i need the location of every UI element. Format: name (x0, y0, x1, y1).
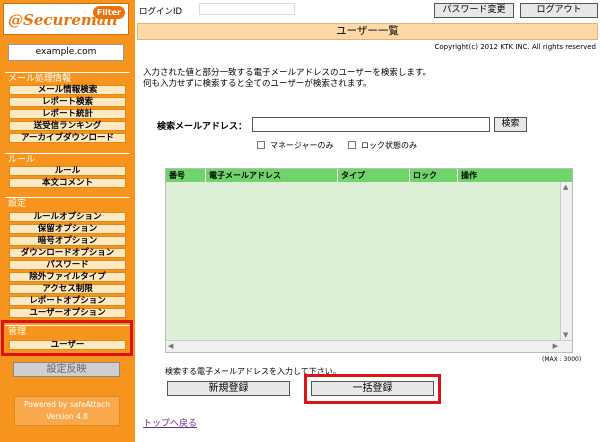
sidebar-item-mail-search[interactable]: メール情報検索 (9, 85, 126, 95)
page-description: 入力された値と部分一致する電子メールアドレスのユーザーを検索します。 何も入力せ… (143, 68, 431, 90)
logout-button[interactable]: ログアウト (520, 3, 598, 18)
locked-only-checkbox[interactable] (348, 141, 356, 149)
column-header-type: タイプ (338, 169, 410, 182)
scroll-up-icon[interactable]: ▲ (563, 183, 568, 191)
section-header-settings: 設定 (5, 197, 130, 209)
search-email-label: 検索メールアドレス： (157, 122, 248, 132)
logo-filter-badge: Filter (92, 6, 125, 19)
main-content: ログインID パスワード変更 ログアウト ユーザー一覧 Copyright(c)… (135, 0, 600, 442)
column-header-lock: ロック (410, 169, 458, 182)
description-line-1: 入力された値と部分一致する電子メールアドレスのユーザーを検索します。 (143, 68, 431, 78)
scroll-down-icon[interactable]: ▼ (563, 331, 568, 339)
manager-only-checkbox[interactable] (257, 141, 265, 149)
sidebar-item-encryption-options[interactable]: 暗号オプション (9, 236, 126, 246)
sidebar-item-send-receive-ranking[interactable]: 送受信ランキング (9, 121, 126, 131)
sidebar-item-access-restriction[interactable]: アクセス制限 (9, 284, 126, 294)
manager-only-label: マネージャーのみ (270, 141, 334, 150)
horizontal-scrollbar[interactable]: ◀ ▶ (166, 340, 572, 352)
login-id-value (199, 3, 295, 15)
sidebar: @Securemail Filter example.com メール処理情報 メ… (0, 0, 135, 442)
highlight-box-bulk (304, 374, 441, 404)
column-header-email: 電子メールアドレス (206, 169, 338, 182)
sidebar-item-body-comment[interactable]: 本文コメント (9, 178, 126, 188)
version-text: Version 4.8 (46, 412, 88, 421)
powered-by-box: Powered by safeAttach Version 4.8 (14, 396, 120, 426)
highlight-box-admin (1, 320, 133, 356)
sidebar-item-rules[interactable]: ルール (9, 166, 126, 176)
section-header-mail-processing: メール処理情報 (5, 72, 130, 84)
scroll-right-icon[interactable]: ▶ (553, 342, 558, 350)
sidebar-item-report-options[interactable]: レポートオプション (9, 296, 126, 306)
sidebar-item-download-options[interactable]: ダウンロードオプション (9, 248, 126, 258)
sidebar-item-password[interactable]: パスワード (9, 260, 126, 270)
new-registration-button[interactable]: 新規登録 (167, 381, 290, 396)
sidebar-item-user-options[interactable]: ユーザーオプション (9, 308, 126, 318)
apply-settings-button[interactable]: 設定反映 (13, 362, 120, 377)
description-line-2: 何も入力せずに検索すると全てのユーザーが検索されます。 (143, 79, 372, 89)
securemail-logo: @Securemail Filter (3, 3, 129, 35)
user-table: 番号 電子メールアドレス タイプ ロック 操作 ▲ ▼ ◀ ▶ (165, 168, 573, 353)
search-button[interactable]: 検索 (494, 117, 527, 132)
page-title: ユーザー一覧 (137, 23, 598, 40)
domain-display: example.com (8, 44, 124, 61)
sidebar-item-hold-options[interactable]: 保留オプション (9, 224, 126, 234)
column-header-number: 番号 (166, 169, 206, 182)
max-count-note: (MAX : 3000) (542, 356, 582, 363)
sidebar-item-excluded-file-types[interactable]: 除外ファイルタイプ (9, 272, 126, 282)
scroll-left-icon[interactable]: ◀ (168, 342, 173, 350)
column-header-actions: 操作 (461, 171, 477, 180)
locked-only-label: ロック状態のみ (361, 141, 417, 150)
powered-by-text: Powered by safeAttach (24, 400, 110, 409)
vertical-scrollbar[interactable]: ▲ ▼ (560, 182, 572, 340)
sidebar-item-archive-download[interactable]: アーカイブダウンロード (9, 133, 126, 143)
sidebar-item-report-search[interactable]: レポート検索 (9, 97, 126, 107)
section-header-rules: ルール (5, 153, 130, 165)
sidebar-item-report-stats[interactable]: レポート統計 (9, 109, 126, 119)
back-to-top-link[interactable]: トップへ戻る (143, 416, 197, 429)
search-email-input[interactable] (252, 117, 490, 132)
sidebar-item-rule-options[interactable]: ルールオプション (9, 212, 126, 222)
copyright-text: Copyright(c) 2012 KTK INC. All rights re… (434, 43, 596, 51)
table-header: 番号 電子メールアドレス タイプ ロック 操作 (166, 169, 572, 182)
change-password-button[interactable]: パスワード変更 (434, 3, 514, 18)
login-id-label: ログインID (139, 7, 183, 17)
